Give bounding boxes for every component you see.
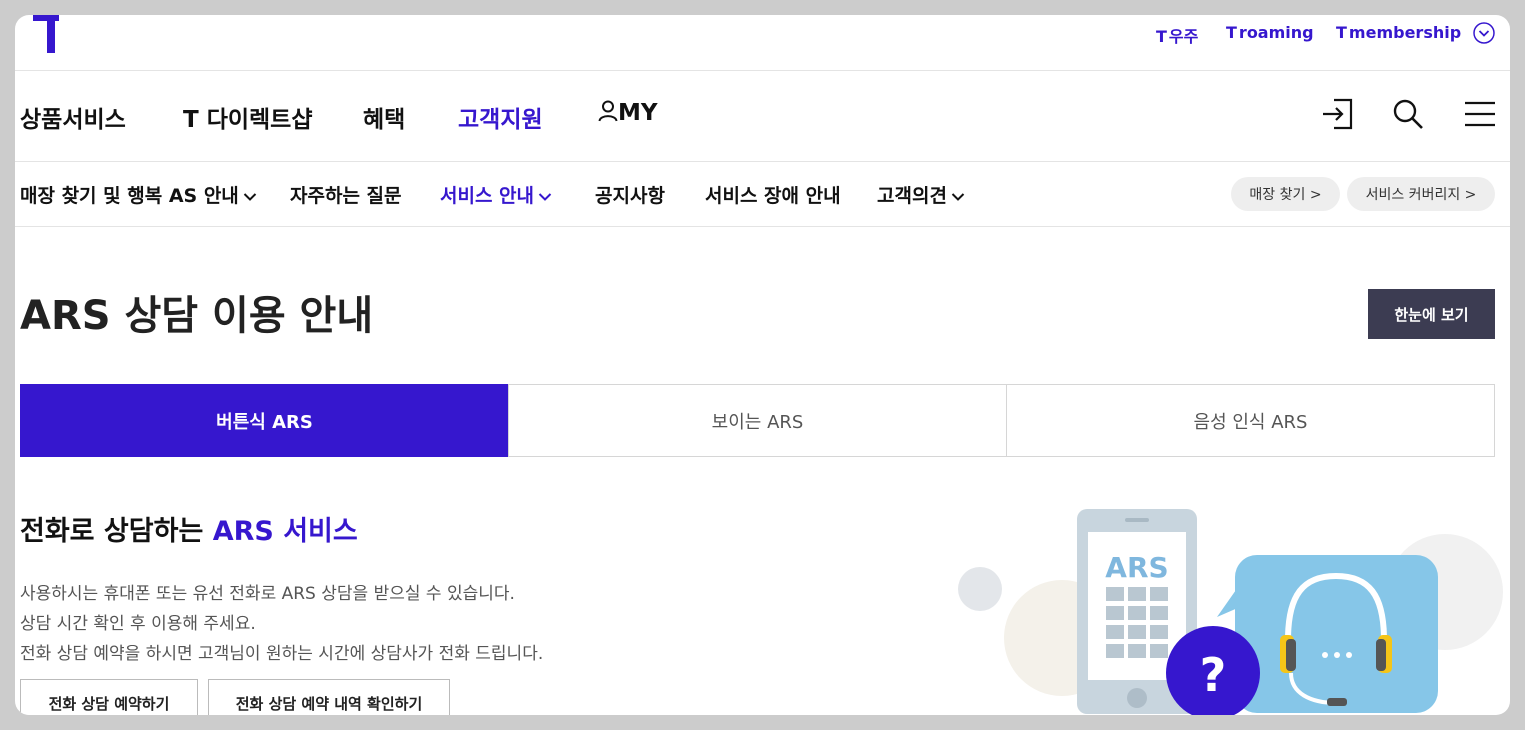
util-link-tmembership[interactable]: Tmembership	[1336, 23, 1461, 42]
gnb-benefits[interactable]: 혜택	[363, 100, 405, 134]
section-description-line: 전화 상담 예약을 하시면 고객님이 원하는 시간에 상담사가 전화 드립니다.	[20, 644, 544, 664]
t-world-logo[interactable]	[33, 15, 59, 55]
store-finder-pill[interactable]: 매장 찾기 >	[1231, 177, 1340, 211]
subnav-outage[interactable]: 서비스 장애 안내	[705, 181, 841, 208]
subnav-notice[interactable]: 공지사항	[595, 181, 665, 208]
subnav-service-guide[interactable]: 서비스 안내	[440, 181, 552, 208]
subnav-faq[interactable]: 자주하는 질문	[290, 181, 402, 208]
menu-icon[interactable]	[1463, 97, 1497, 131]
ars-illustration: ARS ?	[958, 509, 1503, 715]
gnb-my[interactable]: MY	[598, 100, 658, 126]
reserve-call-button[interactable]: 전화 상담 예약하기	[20, 679, 198, 715]
section-heading: 전화로 상담하는 ARS 서비스	[20, 516, 358, 547]
tab-button-ars[interactable]: 버튼식 ARS	[20, 384, 509, 457]
divider	[15, 226, 1510, 227]
search-icon[interactable]	[1391, 97, 1425, 131]
subnav-store-as[interactable]: 매장 찾기 및 행복 AS 안내	[20, 181, 257, 208]
tab-visible-ars[interactable]: 보이는 ARS	[508, 384, 1007, 457]
gnb-products[interactable]: 상품서비스	[20, 100, 126, 134]
chevron-down-icon	[243, 192, 257, 201]
gnb-direct-shop[interactable]: T 다이렉트샵	[183, 100, 313, 134]
subnav-feedback[interactable]: 고객의견	[877, 181, 965, 208]
divider	[15, 70, 1510, 71]
util-link-troaming[interactable]: Troaming	[1226, 23, 1314, 42]
chevron-down-icon	[538, 192, 552, 201]
gnb-customer-support[interactable]: 고객지원	[458, 100, 543, 134]
decor-circle	[958, 567, 1002, 611]
browser-viewport: T 우주 Troaming Tmembership 상품서비스 T 다이렉트샵 혜…	[15, 15, 1510, 715]
phone-ars-text: ARS	[1105, 551, 1168, 584]
login-icon[interactable]	[1320, 97, 1354, 131]
question-mark: ?	[1200, 648, 1227, 702]
overview-button[interactable]: 한눈에 보기	[1368, 289, 1495, 339]
page-title: ARS 상담 이용 안내	[20, 293, 374, 339]
section-description-line: 상담 시간 확인 후 이용해 주세요.	[20, 614, 256, 634]
reservation-history-button[interactable]: 전화 상담 예약 내역 확인하기	[208, 679, 450, 715]
divider	[15, 161, 1510, 162]
tab-voice-ars[interactable]: 음성 인식 ARS	[1006, 384, 1495, 457]
user-icon	[598, 100, 618, 122]
coverage-pill[interactable]: 서비스 커버리지 >	[1347, 177, 1495, 211]
util-link-tuju[interactable]: T 우주	[1156, 23, 1198, 47]
chevron-down-icon[interactable]	[1473, 22, 1495, 44]
section-description-line: 사용하시는 휴대폰 또는 유선 전화로 ARS 상담을 받으실 수 있습니다.	[20, 584, 515, 604]
chevron-down-icon	[951, 192, 965, 201]
